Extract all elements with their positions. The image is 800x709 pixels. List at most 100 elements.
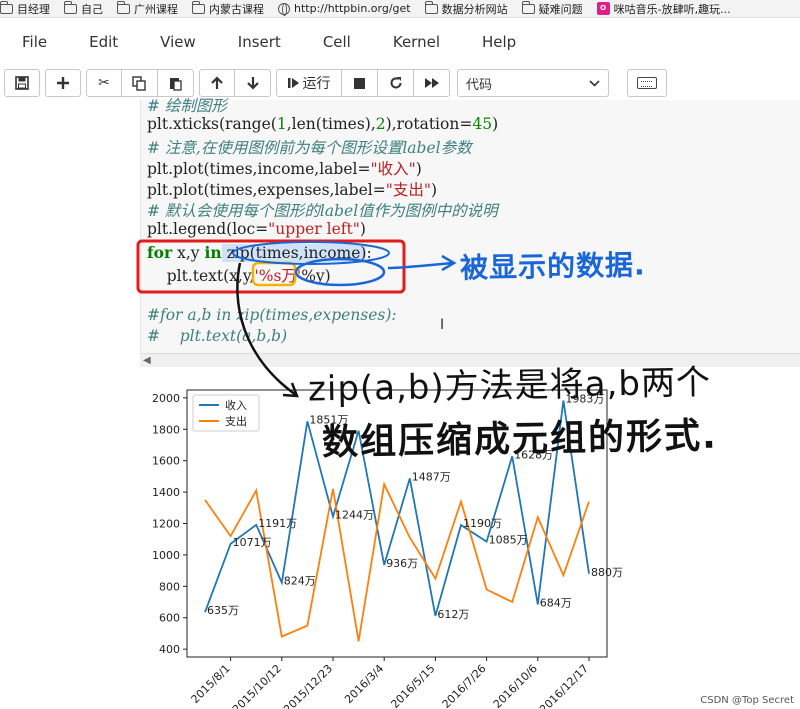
folder-icon xyxy=(424,0,438,14)
data-label: 635万 xyxy=(207,604,239,617)
chevron-left-icon[interactable]: ◀ xyxy=(143,355,151,366)
menu-view[interactable]: View xyxy=(139,33,217,51)
folder-icon xyxy=(521,0,535,14)
menu-kernel[interactable]: Kernel xyxy=(372,33,461,51)
code-line: # 注意,在使用图例前为每个图形设置label参数 xyxy=(147,139,472,157)
data-label: 1085万 xyxy=(489,534,528,547)
bookmark-item[interactable]: O 咪咕音乐-放肆听,趣玩... xyxy=(596,1,731,17)
y-tick-label: 1200 xyxy=(152,518,180,531)
y-tick-label: 1600 xyxy=(152,455,180,468)
code-line: for x,y in zip(times,income): xyxy=(147,243,372,262)
x-tick-label: 2016/7/26 xyxy=(440,662,489,709)
bookmark-item[interactable]: 内蒙古课程 xyxy=(192,0,264,17)
copy-icon xyxy=(132,75,146,91)
restart-button[interactable] xyxy=(378,69,414,97)
data-label: 880万 xyxy=(591,566,623,579)
plus-icon xyxy=(57,77,69,89)
paste-button[interactable] xyxy=(158,69,194,97)
data-label: 936万 xyxy=(386,557,418,570)
menu-file[interactable]: File xyxy=(0,33,68,51)
data-label: 824万 xyxy=(284,575,316,588)
data-label: 1487万 xyxy=(412,470,451,483)
bookmark-item[interactable]: 疑难问题 xyxy=(521,0,583,17)
text-cursor-icon: I xyxy=(440,317,445,333)
bookmark-item[interactable]: 自己 xyxy=(64,0,103,17)
y-tick-label: 2000 xyxy=(152,392,180,405)
x-tick-label: 2015/12/23 xyxy=(281,662,335,709)
data-label: 684万 xyxy=(540,597,572,610)
bookmark-label: 内蒙古课程 xyxy=(209,2,264,16)
interrupt-button[interactable] xyxy=(342,69,378,97)
insert-cell-button[interactable] xyxy=(45,69,81,97)
arrow-up-icon xyxy=(211,76,223,89)
annotation-blue-note: 被显示的数据. xyxy=(459,248,646,285)
keyboard-icon xyxy=(637,77,657,89)
bookmarks-bar: 目经理 自己 广州课程 内蒙古课程 http://httpbin.org/get 数据分析… xyxy=(0,0,800,18)
folder-icon xyxy=(64,0,77,14)
x-tick-label: 2015/8/1 xyxy=(189,662,233,706)
bookmark-label: http://httpbin.org/get xyxy=(294,2,411,15)
bookmark-label: 目经理 xyxy=(17,2,50,16)
bookmark-item[interactable]: http://httpbin.org/get xyxy=(278,2,411,16)
notebook-toolbar: ✂ 运行 代码 xyxy=(4,68,667,98)
y-tick-label: 400 xyxy=(159,643,180,656)
folder-icon xyxy=(117,0,130,14)
arrow-down-icon xyxy=(246,77,259,90)
cell-type-value: 代码 xyxy=(466,77,493,93)
x-tick-label: 2016/3/4 xyxy=(342,662,386,706)
menu-help[interactable]: Help xyxy=(461,33,537,51)
bookmark-item[interactable]: 广州课程 xyxy=(117,0,178,17)
y-tick-label: 1400 xyxy=(152,486,180,499)
menu-bar: File Edit View Insert Cell Kernel Help xyxy=(0,28,800,56)
data-label: 1191万 xyxy=(258,517,297,530)
bookmark-label: 数据分析网站 xyxy=(441,2,508,16)
bookmark-item[interactable]: 目经理 xyxy=(0,0,50,17)
scissors-icon: ✂ xyxy=(98,75,110,91)
x-tick-label: 2016/5/15 xyxy=(388,662,437,709)
code-line: plt.plot(times,income,label="收入") xyxy=(147,160,422,178)
fast-forward-icon xyxy=(424,78,439,88)
restart-icon xyxy=(390,77,401,89)
annotation-zip-note: zip(a,b)方法是将a,b两个 xyxy=(307,362,712,410)
data-label: 1244万 xyxy=(335,509,374,522)
code-line: #for a,b in zip(times,expenses): xyxy=(147,306,397,324)
save-button[interactable] xyxy=(4,69,40,97)
cell-type-select[interactable]: 代码 xyxy=(457,69,609,97)
code-line: plt.xticks(range(1,len(times),2),rotatio… xyxy=(147,115,499,133)
command-palette-button[interactable] xyxy=(627,69,667,97)
code-line: plt.plot(times,expenses,label="支出") xyxy=(147,181,438,199)
watermark: CSDN @Top Secret xyxy=(700,695,794,706)
bookmark-label: 广州课程 xyxy=(134,2,178,16)
data-label: 612万 xyxy=(437,608,469,621)
save-icon xyxy=(15,76,29,90)
copy-button[interactable] xyxy=(122,69,158,97)
bookmark-item[interactable]: 数据分析网站 xyxy=(424,0,508,17)
bookmark-label: 自己 xyxy=(81,2,103,16)
code-line: # plt.text(a,b,b) xyxy=(147,327,288,345)
stop-icon xyxy=(354,77,365,89)
data-label: 1071万 xyxy=(233,536,272,549)
run-all-button[interactable] xyxy=(414,69,450,97)
code-line: # 绘制图形 xyxy=(147,97,227,115)
y-tick-label: 1000 xyxy=(152,549,180,562)
code-line: plt.text(x,y,'%s万'%y) xyxy=(147,267,331,285)
bookmark-label: 疑难问题 xyxy=(538,2,583,16)
y-tick-label: 1800 xyxy=(152,423,180,436)
menu-insert[interactable]: Insert xyxy=(217,33,302,51)
globe-icon xyxy=(278,2,290,16)
move-up-button[interactable] xyxy=(199,69,235,97)
folder-icon xyxy=(0,0,13,14)
folder-icon xyxy=(192,0,205,14)
x-tick-label: 2016/10/6 xyxy=(491,662,540,709)
move-down-button[interactable] xyxy=(235,69,271,97)
y-tick-label: 800 xyxy=(159,580,180,593)
x-tick-label: 2016/12/17 xyxy=(537,662,591,709)
bookmark-label: 咪咕音乐-放肆听,趣玩... xyxy=(613,2,731,16)
menu-edit[interactable]: Edit xyxy=(68,33,139,51)
code-line: plt.legend(loc="upper left") xyxy=(147,220,366,238)
run-button[interactable]: 运行 xyxy=(276,69,342,97)
code-line: # 默认会使用每个图形的label值作为图例中的说明 xyxy=(147,202,498,220)
code-cell[interactable]: # 绘制图形 plt.xticks(range(1,len(times),2),… xyxy=(140,97,800,355)
menu-cell[interactable]: Cell xyxy=(302,33,372,51)
cut-button[interactable]: ✂ xyxy=(86,69,122,97)
